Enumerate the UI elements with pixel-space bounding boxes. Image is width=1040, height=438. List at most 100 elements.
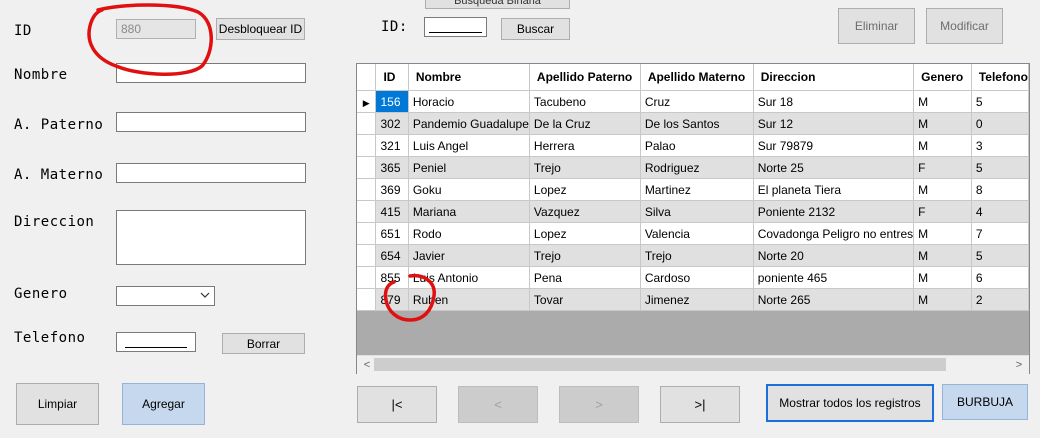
row-header[interactable] (357, 266, 377, 289)
table-cell[interactable]: Luis Antonio (408, 266, 530, 289)
table-cell[interactable]: M (913, 178, 972, 201)
table-cell[interactable]: 654 (375, 244, 409, 267)
column-header[interactable]: Direccion (753, 64, 915, 91)
buscar-button[interactable]: Buscar (501, 18, 570, 40)
table-cell[interactable]: Tovar (529, 288, 641, 311)
table-cell[interactable]: Trejo (640, 244, 754, 267)
table-cell[interactable]: Silva (640, 200, 754, 223)
scroll-left-icon[interactable]: < (359, 357, 375, 373)
table-cell[interactable]: 415 (375, 200, 409, 223)
table-cell[interactable]: De la Cruz (529, 112, 641, 135)
table-cell[interactable]: M (913, 112, 972, 135)
table-cell[interactable]: poniente 465 (753, 266, 915, 289)
table-cell[interactable]: F (913, 156, 972, 179)
table-cell[interactable]: Cruz (640, 90, 754, 113)
next-record-button[interactable]: > (559, 386, 639, 423)
records-grid[interactable]: ID Nombre Apellido Paterno Apellido Materno… (356, 63, 1030, 374)
row-header[interactable] (357, 156, 377, 179)
table-cell[interactable]: Mariana (408, 200, 530, 223)
column-header[interactable]: Apellido Paterno (529, 64, 641, 91)
row-header[interactable] (357, 244, 377, 267)
table-cell[interactable]: F (913, 200, 972, 223)
table-row[interactable]: 855 Luis Antonio Pena Cardoso poniente 465 M 6 (357, 266, 1029, 289)
table-cell[interactable]: 4 (971, 200, 1029, 223)
grid-horizontal-scrollbar[interactable]: < > (357, 355, 1029, 374)
table-cell[interactable]: Trejo (529, 244, 641, 267)
table-cell[interactable]: Goku (408, 178, 530, 201)
row-header[interactable] (357, 222, 377, 245)
table-row[interactable]: 415 Mariana Vazquez Silva Poniente 2132 F 4 (357, 200, 1029, 223)
table-cell[interactable]: 879 (375, 288, 409, 311)
table-cell[interactable]: 369 (375, 178, 409, 201)
table-cell[interactable]: De los Santos (640, 112, 754, 135)
table-cell[interactable]: Pandemio Guadalupe (408, 112, 530, 135)
table-cell[interactable]: 2 (971, 288, 1029, 311)
table-row[interactable]: 302 Pandemio Guadalupe De la Cruz De los Sa… (357, 112, 1029, 135)
table-cell[interactable]: Vazquez (529, 200, 641, 223)
table-cell[interactable]: El planeta Tiera (753, 178, 915, 201)
table-cell[interactable]: M (913, 244, 972, 267)
table-cell[interactable]: Poniente 2132 (753, 200, 915, 223)
table-cell[interactable]: Lopez (529, 178, 641, 201)
table-cell[interactable]: Jimenez (640, 288, 754, 311)
table-cell[interactable]: Lopez (529, 222, 641, 245)
paterno-field[interactable] (116, 112, 306, 132)
table-row[interactable]: 369 Goku Lopez Martinez El planeta Tiera M 8 (357, 178, 1029, 201)
table-cell[interactable]: Sur 12 (753, 112, 915, 135)
table-cell[interactable]: Palao (640, 134, 754, 157)
unlock-id-button[interactable]: Desbloquear ID (216, 18, 305, 40)
column-header[interactable]: Telefono (971, 64, 1029, 91)
scrollbar-thumb[interactable] (374, 358, 946, 371)
table-cell[interactable]: 8 (971, 178, 1029, 201)
borrar-button[interactable]: Borrar (222, 333, 305, 354)
table-cell[interactable]: Rodriguez (640, 156, 754, 179)
table-cell[interactable]: 5 (971, 244, 1029, 267)
table-row[interactable]: 879 Ruben Tovar Jimenez Norte 265 M 2 (357, 288, 1029, 311)
table-cell[interactable]: 365 (375, 156, 409, 179)
column-header[interactable]: ID (375, 64, 409, 91)
prev-record-button[interactable]: < (458, 386, 538, 423)
column-header[interactable]: Apellido Materno (640, 64, 754, 91)
materno-field[interactable] (116, 163, 306, 183)
agregar-button[interactable]: Agregar (122, 383, 205, 425)
table-cell[interactable]: 5 (971, 156, 1029, 179)
binary-search-button[interactable]: Busqueda Binaria (425, 0, 570, 9)
eliminar-button[interactable]: Eliminar (838, 8, 915, 44)
table-cell[interactable]: Covadonga Peligro no entres (753, 222, 915, 245)
table-cell[interactable]: Cardoso (640, 266, 754, 289)
table-cell[interactable]: M (913, 222, 972, 245)
table-cell[interactable]: Luis Angel (408, 134, 530, 157)
table-row[interactable]: 654 Javier Trejo Trejo Norte 20 M 5 (357, 244, 1029, 267)
table-cell[interactable]: Norte 20 (753, 244, 915, 267)
table-row[interactable]: 651 Rodo Lopez Valencia Covadonga Peligro no… (357, 222, 1029, 245)
table-cell[interactable]: Norte 265 (753, 288, 915, 311)
table-cell[interactable]: Valencia (640, 222, 754, 245)
table-cell[interactable]: 5 (971, 90, 1029, 113)
last-record-button[interactable]: >| (660, 386, 740, 423)
table-cell[interactable]: Sur 18 (753, 90, 915, 113)
bubble-sort-button[interactable]: BURBUJA (942, 384, 1028, 420)
table-cell[interactable]: Rodo (408, 222, 530, 245)
show-all-button[interactable]: Mostrar todos los registros (766, 384, 934, 422)
table-row[interactable]: 321 Luis Angel Herrera Palao Sur 79879 M 3 (357, 134, 1029, 157)
table-cell[interactable]: Norte 25 (753, 156, 915, 179)
table-cell[interactable]: M (913, 266, 972, 289)
table-cell[interactable]: Martinez (640, 178, 754, 201)
telefono-field[interactable] (116, 332, 196, 352)
first-record-button[interactable]: |< (357, 386, 437, 423)
table-cell[interactable]: Herrera (529, 134, 641, 157)
direccion-field[interactable] (116, 210, 306, 265)
modificar-button[interactable]: Modificar (926, 8, 1003, 44)
genero-select[interactable] (116, 286, 215, 306)
row-header[interactable] (357, 288, 377, 311)
table-cell[interactable]: Pena (529, 266, 641, 289)
table-cell[interactable]: 302 (375, 112, 409, 135)
table-cell[interactable]: Peniel (408, 156, 530, 179)
table-row[interactable]: ▶ 156 Horacio Tacubeno Cruz Sur 18 M 5 (357, 90, 1029, 113)
table-cell[interactable]: Trejo (529, 156, 641, 179)
table-cell[interactable]: 321 (375, 134, 409, 157)
table-row[interactable]: 365 Peniel Trejo Rodriguez Norte 25 F 5 (357, 156, 1029, 179)
table-cell[interactable]: Ruben (408, 288, 530, 311)
table-cell[interactable]: 0 (971, 112, 1029, 135)
row-header[interactable]: ▶ (357, 90, 377, 113)
